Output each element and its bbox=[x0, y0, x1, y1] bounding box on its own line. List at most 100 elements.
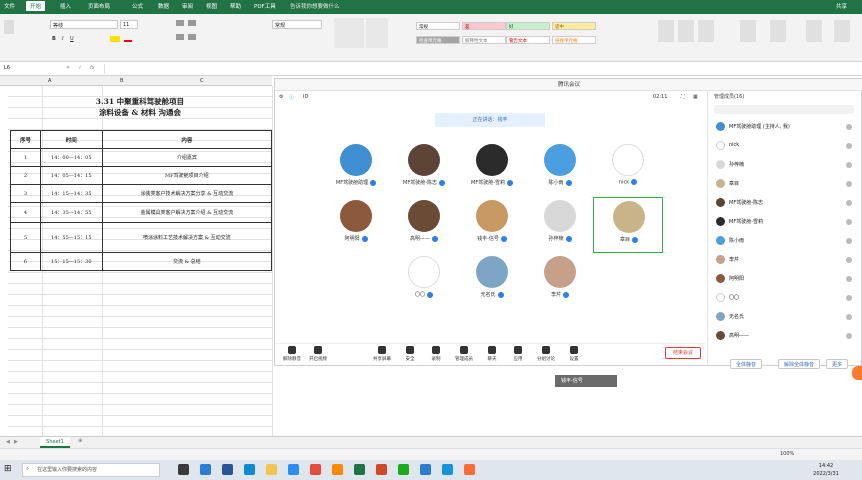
cancel-icon[interactable]: ✕ bbox=[66, 65, 70, 71]
participant-list-item[interactable]: 阿明阳 bbox=[712, 273, 858, 285]
header-no[interactable]: 序号 bbox=[10, 130, 41, 149]
cell-style-chip[interactable]: 适中 bbox=[552, 22, 596, 30]
menu-insert[interactable]: 插入 bbox=[60, 2, 71, 10]
chrome-icon[interactable] bbox=[310, 464, 321, 475]
participant-list-item[interactable]: 无名氏 bbox=[712, 311, 858, 323]
add-sheet-icon[interactable]: ⊕ bbox=[78, 438, 82, 444]
participant-list-item[interactable]: 陈小雨 bbox=[712, 235, 858, 247]
mic-icon[interactable] bbox=[846, 162, 852, 168]
record-button[interactable]: 录制 bbox=[425, 346, 447, 362]
row-content[interactable]: 喷涂涂料工艺技术解决方案 & 互动交流 bbox=[101, 222, 273, 253]
confirm-icon[interactable]: ✓ bbox=[78, 65, 82, 71]
align-center-icon[interactable] bbox=[188, 34, 196, 40]
participant-search-input[interactable] bbox=[714, 105, 854, 114]
font-name-select[interactable]: 等线 bbox=[50, 20, 118, 29]
photos-icon[interactable] bbox=[464, 464, 475, 475]
taskbar-search-input[interactable]: 在这里输入你要搜索的内容 bbox=[22, 463, 160, 477]
mic-icon[interactable] bbox=[846, 181, 852, 187]
share-button[interactable]: 共享 bbox=[836, 2, 847, 10]
start-icon[interactable]: ⊞ bbox=[4, 464, 12, 474]
row-number[interactable]: 1 bbox=[10, 148, 41, 167]
menu-formulas[interactable]: 公式 bbox=[132, 2, 143, 10]
row-content[interactable]: 介绍嘉宾 bbox=[101, 148, 273, 167]
row-number[interactable]: 6 bbox=[10, 252, 41, 271]
meeting-icon[interactable] bbox=[288, 464, 299, 475]
prev-sheet-icon[interactable]: ◀ bbox=[6, 439, 10, 445]
participant-list-item[interactable]: 孙梓楠 bbox=[712, 159, 858, 171]
layout-icon[interactable]: ▦ bbox=[693, 94, 698, 100]
format-table-icon[interactable] bbox=[366, 18, 388, 48]
participant-tile[interactable]: 高明—— bbox=[389, 197, 459, 253]
powerpoint-icon[interactable] bbox=[376, 464, 387, 475]
row-number[interactable]: 5 bbox=[10, 222, 41, 253]
find-select-icon[interactable] bbox=[770, 20, 786, 42]
row-number[interactable]: 2 bbox=[10, 166, 41, 185]
breakout-button[interactable]: 分组讨论 bbox=[535, 346, 557, 362]
align-middle-icon[interactable] bbox=[188, 20, 196, 26]
settings-icon[interactable]: ⚙ bbox=[279, 94, 283, 100]
participant-list-item[interactable]: MF驾驶舱-陈志 bbox=[712, 197, 858, 209]
menu-home[interactable]: 开始 bbox=[26, 1, 46, 11]
row-time[interactable]: 14：55—15：15 bbox=[39, 222, 103, 253]
sort-filter-icon[interactable] bbox=[740, 20, 756, 42]
more-button[interactable]: 更多 bbox=[826, 359, 849, 369]
fx-icon[interactable]: fx bbox=[90, 65, 95, 71]
clock[interactable]: 14:42 2022/3/31 bbox=[808, 462, 844, 478]
participant-list-item[interactable]: 〇〇 bbox=[712, 292, 858, 304]
cell-style-chip[interactable]: 常规 bbox=[416, 22, 460, 30]
header-content[interactable]: 内容 bbox=[101, 130, 273, 149]
col-a[interactable]: A bbox=[48, 78, 51, 84]
row-content[interactable]: 涂装类客户技术解决方案分享 & 互动交流 bbox=[101, 184, 273, 203]
participant-tile[interactable]: 〇〇 bbox=[389, 253, 459, 309]
menu-view[interactable]: 视图 bbox=[206, 2, 217, 10]
app-icon[interactable] bbox=[332, 464, 343, 475]
fullscreen-icon[interactable]: ⛶ bbox=[681, 94, 685, 100]
underline-icon[interactable]: U bbox=[70, 36, 74, 42]
menu-pdf[interactable]: PDF工具 bbox=[254, 2, 276, 10]
menu-file[interactable]: 文件 bbox=[4, 2, 15, 10]
participant-tile[interactable]: MF驾驶舱-陈志 bbox=[389, 141, 459, 197]
row-time[interactable]: 14：00—14：05 bbox=[39, 148, 103, 167]
align-top-icon[interactable] bbox=[176, 20, 184, 26]
conditional-format-icon[interactable] bbox=[334, 18, 364, 48]
save-to-cloud-icon[interactable] bbox=[834, 20, 850, 42]
mic-icon[interactable] bbox=[846, 257, 852, 263]
store-icon[interactable] bbox=[420, 464, 431, 475]
participant-tile[interactable]: 无名氏 bbox=[457, 253, 527, 309]
italic-icon[interactable]: I bbox=[62, 36, 63, 42]
menu-page-layout[interactable]: 页面布局 bbox=[88, 2, 110, 10]
cell-style-chip[interactable]: 差 bbox=[462, 22, 506, 30]
delete-cells-icon[interactable] bbox=[678, 20, 694, 42]
manage-members-button[interactable]: 管理成员 bbox=[453, 346, 475, 362]
participant-tile[interactable]: 章目 bbox=[593, 197, 663, 253]
mic-icon[interactable] bbox=[846, 314, 852, 320]
apps-button[interactable]: 应用 bbox=[507, 346, 529, 362]
menu-review[interactable]: 审阅 bbox=[182, 2, 193, 10]
font-size-select[interactable]: 11 bbox=[120, 20, 138, 29]
font-color-icon[interactable] bbox=[124, 36, 132, 42]
number-format-select[interactable]: 常规 bbox=[272, 20, 322, 29]
mute-all-button[interactable]: 全体静音 bbox=[730, 359, 763, 369]
mic-icon[interactable] bbox=[846, 200, 852, 206]
row-number[interactable]: 4 bbox=[10, 202, 41, 223]
wechat-icon[interactable] bbox=[398, 464, 409, 475]
row-time[interactable]: 14：15—14：35 bbox=[39, 184, 103, 203]
header-time[interactable]: 时间 bbox=[39, 130, 103, 149]
row-time[interactable]: 14：35—14：55 bbox=[39, 202, 103, 223]
mic-icon[interactable] bbox=[846, 333, 852, 339]
tell-me-search[interactable]: 告诉我你想要做什么 bbox=[290, 2, 340, 10]
formula-input[interactable] bbox=[104, 64, 854, 74]
folder-icon[interactable] bbox=[266, 464, 277, 475]
menu-data[interactable]: 数据 bbox=[158, 2, 169, 10]
mic-icon[interactable] bbox=[846, 219, 852, 225]
video-button[interactable]: 开启视频 bbox=[307, 346, 329, 362]
fill-color-icon[interactable] bbox=[110, 36, 120, 42]
participant-tile[interactable]: 阿明阳 bbox=[321, 197, 391, 253]
bold-icon[interactable]: B bbox=[52, 36, 56, 42]
chat-button[interactable]: 聊天 bbox=[481, 346, 503, 362]
mic-icon[interactable] bbox=[846, 124, 852, 130]
edge-icon[interactable] bbox=[244, 464, 255, 475]
unmute-all-button[interactable]: 解除全体静音 bbox=[778, 359, 821, 369]
participant-tile[interactable]: MF驾驶舱助理 bbox=[321, 141, 391, 197]
participant-tile[interactable]: nick bbox=[593, 141, 663, 197]
